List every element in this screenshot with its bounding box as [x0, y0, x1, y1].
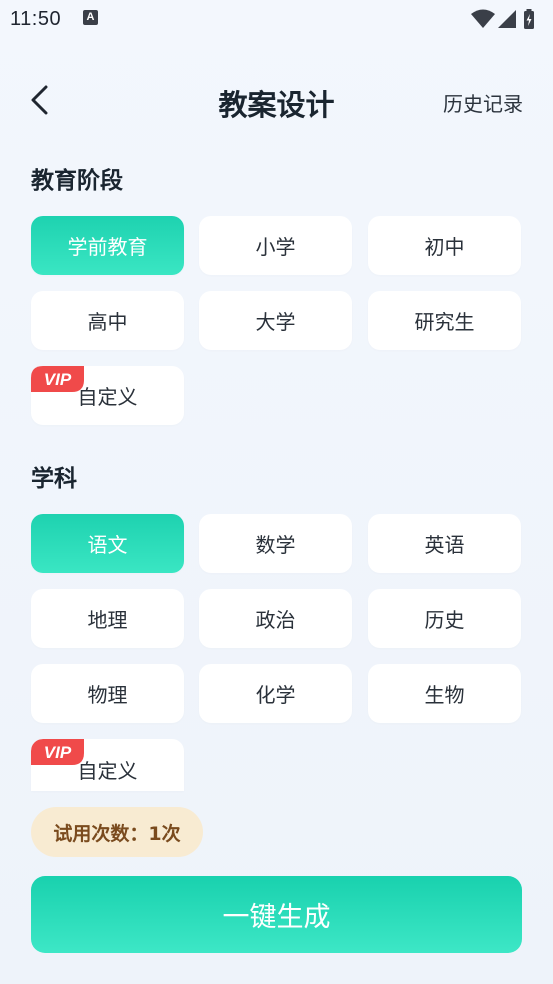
history-button[interactable]: 历史记录 — [443, 88, 523, 117]
stage-option-chip[interactable]: 高中 — [31, 291, 184, 350]
status-bar: 11:50 A — [0, 0, 553, 38]
subject-option-chip[interactable]: 物理 — [31, 664, 184, 723]
vip-badge-icon: VIP — [31, 739, 84, 765]
subject-option-chip[interactable]: 数学 — [199, 514, 352, 573]
subject-option-label: 政治 — [255, 608, 296, 632]
subject-option-label: 生物 — [424, 683, 465, 707]
stage-custom-chip[interactable]: VIP 自定义 — [31, 366, 184, 425]
stage-option-chip[interactable]: 小学 — [199, 216, 352, 275]
status-icons — [471, 9, 543, 29]
stage-option-label: 大学 — [255, 310, 296, 334]
subject-option-chip[interactable]: 历史 — [368, 589, 521, 648]
subject-option-label: 数学 — [255, 533, 296, 557]
stage-option-label: 高中 — [87, 310, 128, 334]
subject-custom-chip[interactable]: VIP 自定义 — [31, 739, 184, 791]
stage-option-chip[interactable]: 学前教育 — [31, 216, 184, 275]
stage-option-chip[interactable]: 研究生 — [368, 291, 521, 350]
subject-section-title: 学科 — [31, 466, 77, 492]
subject-option-chip[interactable]: 政治 — [199, 589, 352, 648]
subject-option-chip[interactable]: 英语 — [368, 514, 521, 573]
generate-button[interactable]: 一键生成 — [31, 876, 522, 953]
stage-section-title: 教育阶段 — [31, 168, 123, 194]
subject-option-label: 化学 — [255, 683, 296, 707]
subject-options: 语文 数学 英语地理 政治 历史物理 化学 生物 VIP 自定义 — [31, 514, 522, 792]
wifi-icon — [471, 9, 495, 28]
stage-custom-label: 自定义 — [77, 385, 138, 409]
subject-option-label: 物理 — [87, 683, 128, 707]
subject-option-chip[interactable]: 语文 — [31, 514, 184, 573]
stage-option-chip[interactable]: 初中 — [368, 216, 521, 275]
stage-option-label: 小学 — [255, 235, 296, 259]
battery-icon — [524, 9, 534, 29]
stage-option-label: 初中 — [424, 235, 465, 259]
status-time: 11:50 — [10, 8, 62, 30]
vip-badge-icon: VIP — [31, 366, 84, 392]
trial-count-badge: 试用次数：1次 — [31, 807, 203, 857]
subject-option-label: 地理 — [87, 608, 128, 632]
subject-option-label: 历史 — [424, 608, 465, 632]
subject-option-chip[interactable]: 生物 — [368, 664, 521, 723]
stage-options: 学前教育 小学 初中高中 大学 研究生 VIP 自定义 — [31, 216, 522, 428]
subject-option-chip[interactable]: 化学 — [199, 664, 352, 723]
subject-option-label: 语文 — [87, 533, 128, 557]
subject-option-chip[interactable]: 地理 — [31, 589, 184, 648]
cellular-icon — [498, 10, 516, 28]
vip-badge-label: VIP — [44, 370, 72, 389]
stage-option-label: 研究生 — [414, 310, 475, 334]
header: 教案设计 历史记录 — [0, 70, 553, 130]
vip-badge-label: VIP — [44, 743, 72, 762]
stage-option-chip[interactable]: 大学 — [199, 291, 352, 350]
subject-custom-label: 自定义 — [77, 758, 138, 783]
stage-option-label: 学前教育 — [67, 235, 148, 259]
subject-option-label: 英语 — [424, 533, 465, 557]
notification-a-icon: A — [83, 10, 98, 25]
